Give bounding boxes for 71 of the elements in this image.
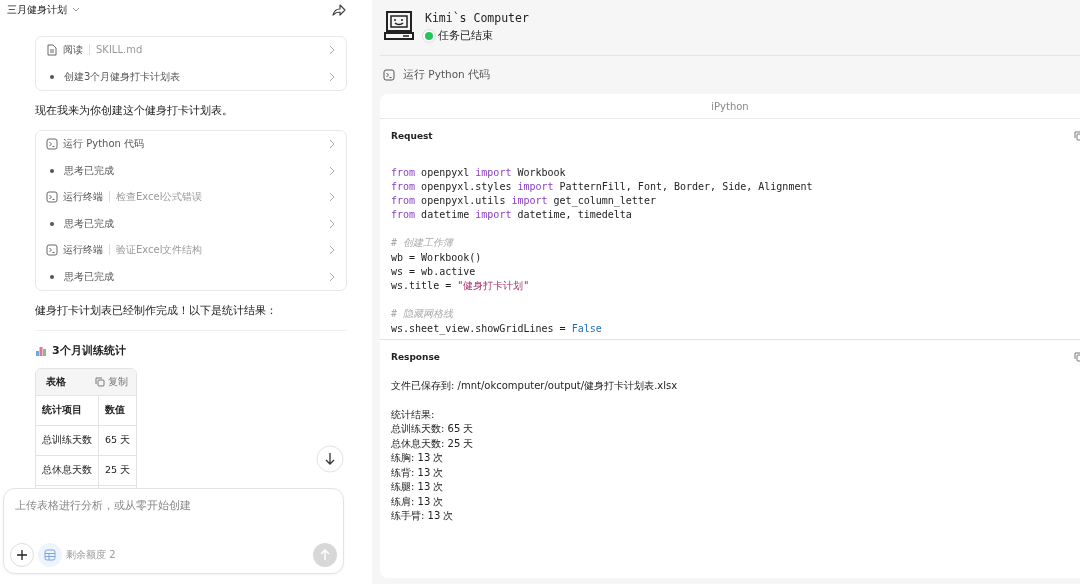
section-heading: 3个月训练统计 — [52, 343, 126, 358]
code-line: from openpyxl import Workbook — [391, 166, 566, 178]
bullet-icon — [50, 74, 54, 79]
column-header: 统计项目 — [36, 396, 99, 425]
code-line: ws = wb.active — [391, 265, 476, 277]
terminal-icon — [46, 138, 58, 151]
terminal-icon — [46, 191, 58, 204]
output-line: 练背: 13 次 — [391, 465, 444, 480]
document-icon — [46, 44, 58, 57]
code-line: from openpyxl.styles import PatternFill, Font, Border, Side, Alignment — [391, 180, 813, 192]
step-item[interactable]: 运行终端 检查Excel公式错误 — [36, 184, 346, 211]
output-line: 练胸: 13 次 — [391, 451, 444, 465]
code-line: ws.sheet_view.showGridLines = False — [391, 322, 602, 334]
copy-icon — [95, 377, 105, 387]
chevron-right-icon — [328, 192, 336, 203]
step-item[interactable]: 思考已完成 — [36, 263, 346, 290]
computer-title: Kimi`s Computer — [425, 11, 529, 25]
chevron-right-icon — [328, 139, 336, 150]
code-line: from openpyxl.utils import get_column_letter — [391, 194, 656, 206]
terminal-icon — [383, 69, 395, 81]
chat-title[interactable]: 三月健身计划 — [7, 3, 80, 17]
step-item[interactable]: 运行终端 验证Excel文件结构 — [36, 237, 346, 264]
action-label: 运行 Python 代码 — [403, 68, 491, 82]
section-label: Request — [391, 131, 433, 141]
chevron-right-icon — [328, 165, 336, 176]
bullet-icon — [50, 274, 54, 279]
panel-title: iPython — [380, 94, 1080, 119]
section-label: Response — [391, 352, 440, 363]
output-line: 练肩: 13 次 — [391, 494, 444, 509]
step-item[interactable]: 思考已完成 — [36, 210, 346, 237]
chevron-right-icon — [328, 45, 336, 56]
step-item[interactable]: 思考已完成 — [36, 157, 346, 184]
bar-chart-icon — [35, 344, 47, 357]
code-line: wb = Workbook() — [391, 251, 482, 263]
output-line: 统计结果: — [391, 407, 435, 422]
chevron-right-icon — [328, 271, 336, 282]
column-header: 数值 — [104, 403, 126, 417]
status-text: 任务已结束 — [438, 29, 493, 43]
chevron-right-icon — [328, 71, 336, 82]
table-cell-text: 25 天 — [104, 463, 132, 477]
table-icon — [44, 549, 56, 561]
chevron-down-icon — [72, 7, 80, 13]
plus-icon — [17, 550, 27, 560]
output-line: 文件已保存到: /mnt/okcomputer/output/健身打卡计划表.xlsx — [391, 378, 678, 393]
chevron-right-icon — [328, 245, 336, 256]
table-cell: 总训练天数 — [36, 426, 99, 455]
code-line: # 隐藏网格线 — [391, 306, 454, 321]
code-line: from datetime import datetime, timedelta — [391, 209, 632, 221]
copy-button[interactable]: 复制 — [95, 375, 128, 389]
send-button — [313, 543, 337, 567]
table-cell: 总休息天数 — [36, 456, 99, 485]
output-line: 练手臂: 13 次 — [391, 509, 454, 523]
terminal-icon — [46, 244, 58, 257]
quota-text: 剩余额度 2 — [66, 548, 116, 562]
step-item[interactable]: 阅读 SKILL.md — [36, 37, 346, 64]
computer-icon — [383, 10, 415, 42]
step-item[interactable]: 创建3个月健身打卡计划表 — [36, 63, 346, 90]
table-label: 表格 — [46, 375, 66, 389]
message-text: 健身打卡计划表已经制作完成！以下是统计结果： — [35, 303, 278, 318]
step-item[interactable]: 运行 Python 代码 — [36, 131, 346, 158]
bullet-icon — [50, 221, 54, 226]
code-line: ws.title = "健身打卡计划" — [391, 278, 530, 293]
share-icon — [332, 3, 346, 17]
bullet-icon — [50, 168, 54, 173]
table-cell-text: 65 天 — [104, 433, 132, 447]
message-text: 现在我来为你创建这个健身打卡计划表。 — [35, 103, 234, 118]
output-line: 总休息天数: 25 天 — [391, 436, 474, 451]
output-line: 练腿: 13 次 — [391, 480, 444, 494]
output-line: 总训练天数: 65 天 — [391, 422, 474, 436]
chevron-right-icon — [328, 218, 336, 229]
code-line: # 创建工作簿 — [391, 236, 454, 251]
